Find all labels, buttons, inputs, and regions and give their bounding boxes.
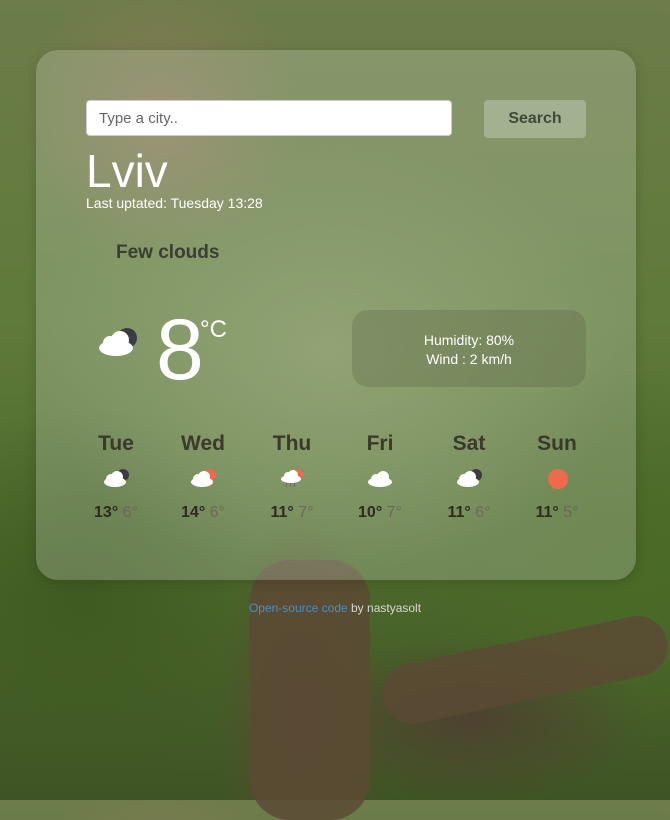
forecast-max-temp: 10°: [358, 504, 383, 521]
forecast-min-temp: 6°: [475, 504, 491, 521]
forecast-max-temp: 11°: [535, 504, 559, 521]
forecast-day: Fri 10° 7°: [336, 432, 424, 522]
forecast-day-name: Wed: [181, 432, 225, 455]
weather-details-panel: Humidity: 80% Wind : 2 km/h: [352, 310, 586, 387]
open-source-link[interactable]: Open-source code: [249, 601, 348, 615]
city-name: Lviv: [86, 145, 168, 197]
forecast-max-temp: 11°: [447, 504, 471, 521]
forecast-min-temp: 7°: [298, 504, 314, 521]
forecast-row: Tue 13° 6° Wed 14° 6° Thu 11° 7° Fri 10°…: [72, 432, 612, 532]
search-button[interactable]: Search: [484, 100, 586, 138]
forecast-min-temp: 7°: [386, 504, 402, 521]
forecast-min-temp: 5°: [563, 504, 579, 521]
forecast-day-name: Fri: [366, 432, 394, 455]
background-tree-branch: [376, 610, 670, 730]
forecast-day: Tue 13° 6°: [72, 432, 160, 522]
forecast-day: Sun 11° 5°: [513, 432, 601, 522]
forecast-max-temp: 14°: [181, 504, 206, 521]
forecast-day: Sat 11° 6°: [425, 432, 513, 522]
city-search-input[interactable]: [86, 100, 452, 136]
forecast-day: Wed 14° 6°: [159, 432, 247, 522]
forecast-min-temp: 6°: [209, 504, 225, 521]
forecast-min-temp: 6°: [122, 504, 138, 521]
author-credit: by nastyasolt: [347, 601, 422, 615]
forecast-day-name: Sat: [452, 432, 486, 455]
forecast-max-temp: 13°: [94, 504, 119, 521]
forecast-day-name: Thu: [272, 432, 312, 455]
weather-description: Few clouds: [116, 242, 220, 263]
humidity-text: Humidity: 80%: [423, 332, 515, 348]
forecast-day: Thu 11° 7°: [248, 432, 336, 522]
forecast-day-name: Tue: [98, 432, 134, 455]
forecast-day-name: Sun: [537, 432, 577, 455]
wind-text: Wind : 2 km/h: [426, 351, 512, 367]
forecast-max-temp: 11°: [270, 504, 294, 521]
last-updated-text: Last uptated: Tuesday 13:28: [86, 195, 263, 211]
few-clouds-night-icon: [96, 326, 142, 363]
background-tree-trunk: [250, 560, 370, 820]
temperature-unit[interactable]: °C: [200, 316, 227, 344]
current-temperature: 8: [156, 302, 204, 398]
footer: Open-source code by nastyasolt: [0, 601, 670, 615]
